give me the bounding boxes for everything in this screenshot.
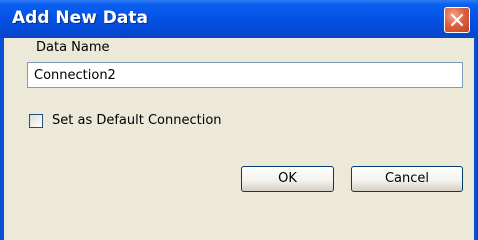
data-name-input[interactable]: [27, 62, 463, 88]
close-icon: [450, 13, 464, 27]
default-connection-label[interactable]: Set as Default Connection: [52, 113, 222, 128]
ok-button[interactable]: OK: [241, 166, 334, 192]
data-name-label: Data Name: [36, 40, 110, 55]
default-connection-checkbox[interactable]: [29, 114, 43, 128]
cancel-button[interactable]: Cancel: [351, 166, 463, 192]
dialog-title: Add New Data: [12, 8, 148, 28]
title-bar[interactable]: Add New Data: [0, 0, 478, 38]
close-button[interactable]: [444, 7, 470, 33]
